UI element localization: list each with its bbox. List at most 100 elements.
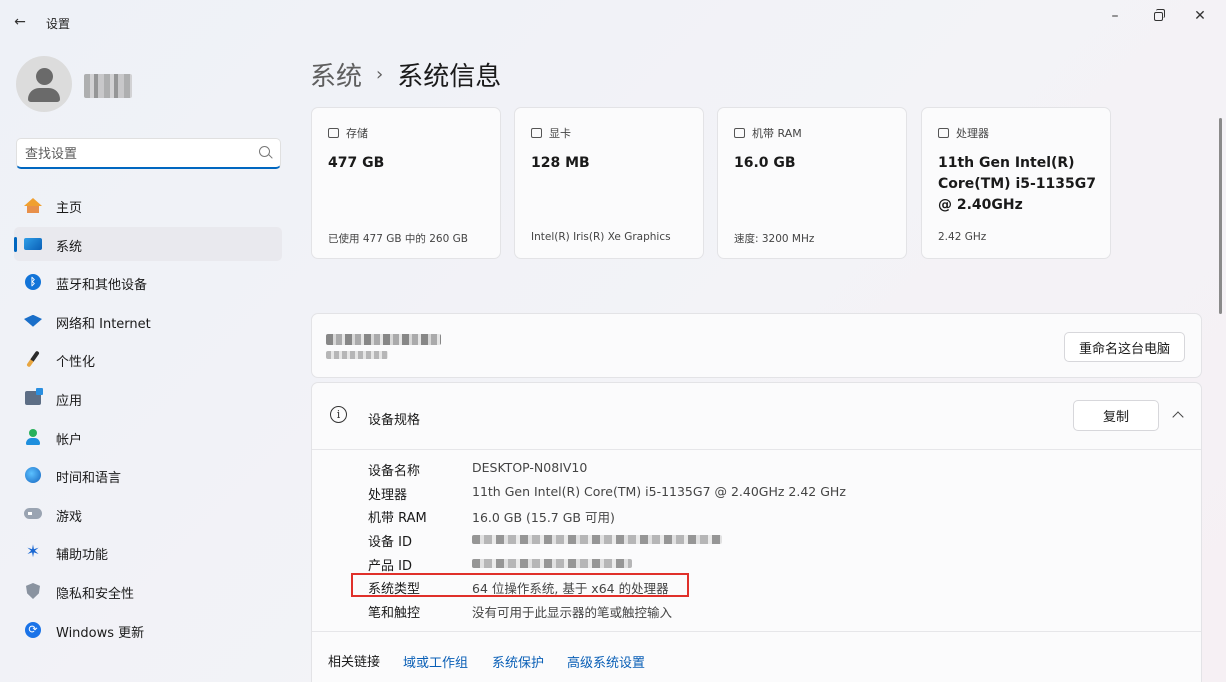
sidebar-item-personalization[interactable]: 个性化 bbox=[14, 342, 282, 376]
cpu-icon bbox=[938, 128, 949, 138]
product-id-blurred bbox=[472, 559, 632, 568]
brush-icon bbox=[24, 350, 42, 368]
sidebar-item-system[interactable]: 系统 bbox=[14, 226, 282, 261]
sidebar-item-privacy[interactable]: 隐私和安全性 bbox=[14, 574, 282, 608]
sidebar-item-label: 个性化 bbox=[56, 355, 96, 371]
spec-key: 笔和触控 bbox=[368, 606, 421, 621]
ram-card[interactable]: 机带 RAM 16.0 GB 速度: 3200 MHz bbox=[717, 107, 907, 259]
link-advanced-settings[interactable]: 高级系统设置 bbox=[567, 652, 645, 671]
sidebar-item-network[interactable]: 网络和 Internet bbox=[14, 304, 282, 338]
sidebar-item-label: Windows 更新 bbox=[56, 625, 145, 641]
card-title: 处理器 bbox=[956, 127, 989, 140]
sidebar-item-label: 游戏 bbox=[56, 509, 83, 525]
spec-value: DESKTOP-N08IV10 bbox=[472, 460, 588, 475]
sidebar-item-accessibility[interactable]: ✶ 辅助功能 bbox=[14, 535, 282, 569]
minimize-icon: – bbox=[1111, 8, 1119, 24]
user-name-blurred bbox=[84, 74, 132, 98]
breadcrumb-parent[interactable]: 系统 bbox=[310, 56, 362, 93]
info-icon: i bbox=[330, 406, 347, 423]
sidebar-nav: 主页 系统 ᛒ 蓝牙和其他设备 网络和 Internet 个性化 应用 帐户 时… bbox=[14, 188, 282, 651]
card-title: 机带 RAM bbox=[752, 127, 802, 140]
card-subtext: 2.42 GHz bbox=[938, 231, 987, 243]
apps-icon bbox=[24, 387, 43, 407]
sidebar-item-label: 隐私和安全性 bbox=[56, 586, 135, 602]
card-header: 处理器 bbox=[938, 125, 989, 141]
sidebar-item-apps[interactable]: 应用 bbox=[14, 381, 282, 415]
pc-model-blurred bbox=[326, 351, 388, 359]
card-subtext: 已使用 477 GB 中的 260 GB bbox=[328, 233, 468, 245]
sidebar-item-time-language[interactable]: 时间和语言 bbox=[14, 458, 282, 492]
search-box[interactable] bbox=[16, 138, 281, 169]
restore-icon bbox=[1153, 8, 1165, 21]
sidebar-item-home[interactable]: 主页 bbox=[14, 188, 282, 222]
pc-name-blurred bbox=[326, 334, 441, 345]
back-button[interactable]: ← bbox=[8, 10, 32, 34]
scrollbar-thumb[interactable] bbox=[1219, 118, 1222, 314]
rename-pc-button[interactable]: 重命名这台电脑 bbox=[1063, 332, 1185, 362]
close-button[interactable]: ✕ bbox=[1180, 6, 1220, 26]
card-header: 机带 RAM bbox=[734, 125, 802, 141]
globe-icon bbox=[24, 466, 42, 484]
storage-card[interactable]: 存储 477 GB 已使用 477 GB 中的 260 GB bbox=[311, 107, 501, 259]
card-title: 存储 bbox=[346, 127, 368, 140]
sidebar-item-bluetooth[interactable]: ᛒ 蓝牙和其他设备 bbox=[14, 265, 282, 299]
sidebar-item-label: 时间和语言 bbox=[56, 471, 122, 487]
wifi-icon bbox=[24, 312, 42, 330]
specs-header[interactable]: i 设备规格 复制 bbox=[312, 383, 1201, 450]
gpu-icon bbox=[531, 128, 542, 138]
system-icon bbox=[24, 235, 42, 253]
shield-icon bbox=[24, 582, 42, 600]
update-icon: ⟳ bbox=[24, 621, 42, 639]
card-value: 16.0 GB bbox=[734, 155, 796, 171]
chevron-up-icon[interactable] bbox=[1172, 411, 1184, 423]
breadcrumb: 系统 › 系统信息 bbox=[310, 56, 501, 93]
device-id-blurred bbox=[472, 535, 722, 544]
avatar[interactable] bbox=[16, 56, 72, 112]
spec-value: 没有可用于此显示器的笔或触控输入 bbox=[472, 605, 673, 620]
page-title: 系统信息 bbox=[397, 62, 502, 92]
related-links: 相关链接 域或工作组 系统保护 高级系统设置 bbox=[312, 631, 1201, 682]
minimize-button[interactable]: – bbox=[1095, 6, 1135, 26]
search-icon[interactable] bbox=[259, 146, 270, 157]
search-input[interactable] bbox=[25, 145, 245, 163]
card-header: 存储 bbox=[328, 125, 368, 141]
home-icon bbox=[24, 196, 42, 214]
ram-icon bbox=[734, 128, 745, 138]
card-value: 477 GB bbox=[328, 155, 385, 171]
sidebar-item-label: 帐户 bbox=[56, 432, 83, 448]
avatar-body bbox=[28, 88, 60, 102]
card-title: 显卡 bbox=[549, 127, 571, 140]
sidebar-item-label: 辅助功能 bbox=[56, 548, 109, 564]
sidebar-item-accounts[interactable]: 帐户 bbox=[14, 420, 282, 454]
copy-button[interactable]: 复制 bbox=[1073, 400, 1159, 431]
account-icon bbox=[24, 428, 42, 446]
card-value: 128 MB bbox=[531, 155, 590, 171]
avatar-head bbox=[36, 68, 53, 85]
spec-value: 16.0 GB (15.7 GB 可用) bbox=[472, 510, 615, 525]
sidebar-item-label: 主页 bbox=[56, 201, 83, 216]
card-header: 显卡 bbox=[531, 125, 571, 141]
spec-value: 11th Gen Intel(R) Core(TM) i5-1135G7 @ 2… bbox=[472, 484, 846, 499]
card-subtext: 速度: 3200 MHz bbox=[734, 233, 815, 245]
link-system-protection[interactable]: 系统保护 bbox=[492, 652, 544, 671]
cpu-card[interactable]: 处理器 11th Gen Intel(R) Core(TM) i5-1135G7… bbox=[921, 107, 1111, 259]
bluetooth-icon: ᛒ bbox=[24, 273, 42, 291]
sidebar-item-gaming[interactable]: 游戏 bbox=[14, 497, 282, 531]
restore-button[interactable] bbox=[1138, 6, 1178, 26]
sidebar-item-label: 系统 bbox=[56, 239, 83, 255]
spec-key: 设备名称 bbox=[368, 464, 421, 479]
sidebar-item-label: 网络和 Internet bbox=[56, 316, 151, 332]
app-title: 设置 bbox=[46, 17, 71, 31]
specs-title: 设备规格 bbox=[368, 413, 421, 428]
link-domain-workgroup[interactable]: 域或工作组 bbox=[403, 652, 468, 671]
card-value: 11th Gen Intel(R) Core(TM) i5-1135G7 @ 2… bbox=[938, 155, 1096, 213]
title-bar: ← 设置 – ✕ bbox=[0, 0, 1226, 44]
close-icon: ✕ bbox=[1194, 8, 1206, 24]
storage-icon bbox=[328, 128, 339, 138]
gpu-card[interactable]: 显卡 128 MB Intel(R) Iris(R) Xe Graphics bbox=[514, 107, 704, 259]
gamepad-icon bbox=[24, 505, 42, 523]
accessibility-icon: ✶ bbox=[25, 542, 41, 563]
sidebar-item-windows-update[interactable]: ⟳ Windows 更新 bbox=[14, 613, 282, 647]
back-arrow-icon: ← bbox=[14, 14, 26, 30]
device-specs-panel: i 设备规格 复制 设备名称 DESKTOP-N08IV10 处理器 11th … bbox=[311, 382, 1202, 682]
